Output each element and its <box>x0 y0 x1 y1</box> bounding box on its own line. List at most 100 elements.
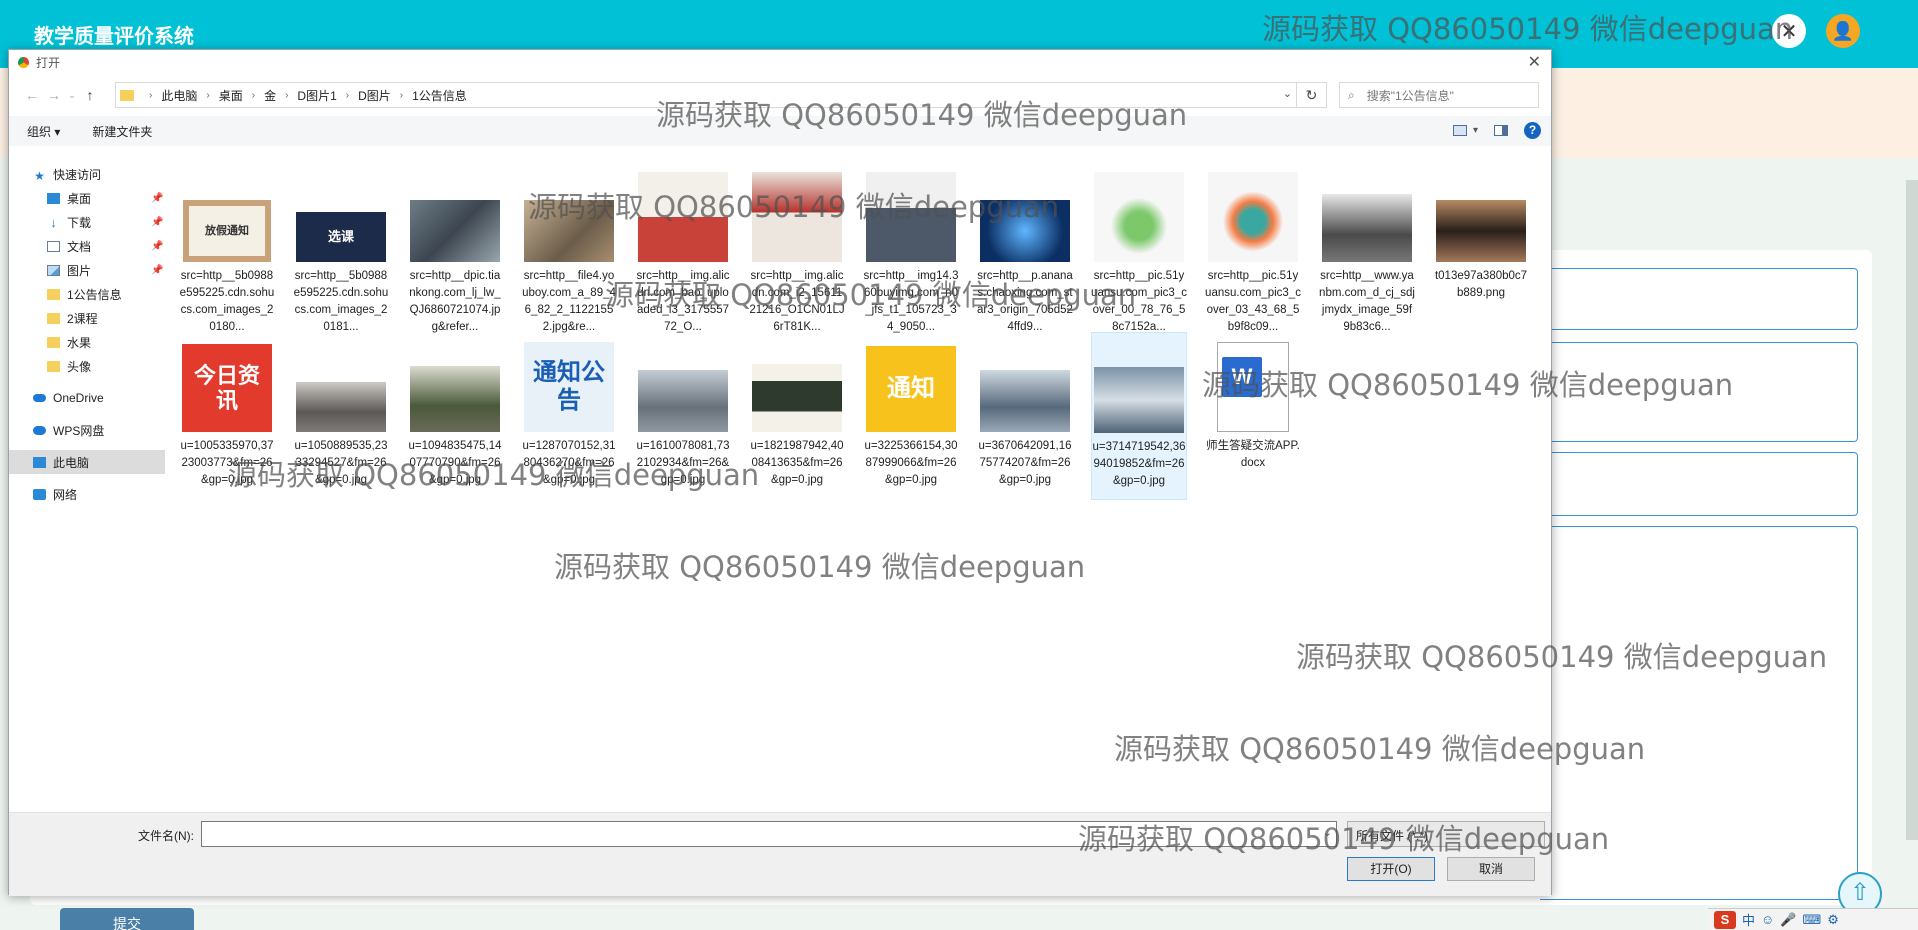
file-item[interactable]: src=http__file4.youboy.com_a_89_46_82_2_… <box>521 162 617 336</box>
form-input-1[interactable] <box>1540 268 1858 330</box>
breadcrumb-separator-icon[interactable]: › <box>346 90 349 101</box>
ime-language[interactable]: 中 <box>1742 910 1755 929</box>
preview-pane-icon[interactable] <box>1494 125 1508 136</box>
sogou-ime-icon[interactable]: S <box>1714 910 1736 929</box>
file-item[interactable]: u=1050889535,2333294527&fm=26&gp=0.jpg <box>293 332 389 489</box>
desktop-icon <box>47 192 60 204</box>
keyboard-icon[interactable]: ⌨ <box>1802 912 1821 928</box>
file-name: u=3670642091,1675774207&fm=26&gp=0.jpg <box>978 440 1072 486</box>
emoji-icon[interactable]: ☺ <box>1761 912 1774 927</box>
new-folder-button[interactable]: 新建文件夹 <box>92 123 152 140</box>
image-thumbnail <box>1094 367 1184 433</box>
file-item[interactable]: src=http__p.ananas.chaoxing.com_star3_or… <box>977 162 1073 336</box>
back-arrow-icon[interactable]: ← <box>21 87 43 103</box>
mic-icon[interactable]: 🎤 <box>1780 912 1796 928</box>
nav-item-label: 文档 <box>67 239 92 254</box>
submit-button[interactable]: 提交 <box>60 908 194 930</box>
nav-this-pc[interactable]: 此电脑 <box>9 450 165 474</box>
file-item[interactable]: src=http__img.alicdn.com_bao_uploaded_i3… <box>635 162 731 336</box>
breadcrumb-item[interactable]: 1公告信息 <box>412 87 467 104</box>
open-button[interactable]: 打开(O) <box>1347 857 1435 881</box>
folder-icon <box>47 336 60 348</box>
nav-item[interactable]: 2课程 <box>9 306 165 330</box>
user-avatar-icon[interactable]: 👤 <box>1826 14 1860 48</box>
nav-item[interactable]: 文档 📌 <box>9 234 165 258</box>
breadcrumb-separator-icon[interactable]: › <box>285 90 288 101</box>
file-item[interactable]: src=http__www.yanbm.com_d_cj_sdjjmydx_im… <box>1319 162 1415 336</box>
nav-item[interactable]: 水果 <box>9 330 165 354</box>
file-item[interactable]: src=http__img14.360buyimg.com_n0_jfs_t1_… <box>863 162 959 336</box>
form-input-3[interactable] <box>1540 452 1858 516</box>
file-item[interactable]: u=3714719542,3694019852&fm=26&gp=0.jpg <box>1091 332 1187 500</box>
nav-item[interactable]: 桌面 📌 <box>9 186 165 210</box>
breadcrumb-separator-icon[interactable]: › <box>252 90 255 101</box>
filetype-select[interactable]: 所有文件 (*.*) <box>1347 821 1545 847</box>
forward-arrow-icon[interactable]: → <box>43 87 65 103</box>
nav-item[interactable]: 头像 <box>9 354 165 378</box>
organize-menu[interactable]: 组织 ▾ <box>27 123 60 140</box>
file-item[interactable]: t013e97a380b0c7b889.png <box>1433 162 1529 302</box>
up-arrow-icon[interactable]: ↑ <box>79 87 101 103</box>
cancel-button[interactable]: 取消 <box>1447 857 1535 881</box>
file-item[interactable]: src=http__pic.51yuansu.com_pic3_cover_03… <box>1205 162 1301 336</box>
address-bar[interactable]: › 此电脑 › 桌面 › 金 › D图片1 › D图片 › 1公告信息 ⌄ <box>115 82 1297 108</box>
file-item[interactable]: 通知 u=3225366154,3087999066&fm=26&gp=0.jpg <box>863 332 959 489</box>
breadcrumb-item[interactable]: D图片1 <box>297 87 336 104</box>
address-dropdown-icon[interactable]: ⌄ <box>1283 87 1292 100</box>
file-item[interactable]: u=1094835475,1407770790&fm=26&gp=0.jpg <box>407 332 503 489</box>
file-item[interactable]: src=http__img.alicdn.com_i2_1561121216_O… <box>749 162 845 336</box>
file-name: src=http__dpic.tiankong.com_lj_lw_QJ6860… <box>409 270 501 333</box>
image-thumbnail <box>980 370 1070 432</box>
nav-quick-access[interactable]: ★ 快速访问 <box>9 162 165 186</box>
dialog-titlebar[interactable]: 打开 ✕ <box>9 50 1551 74</box>
breadcrumb-item[interactable]: 桌面 <box>219 87 243 104</box>
file-item[interactable]: W 师生答疑交流APP.docx <box>1205 332 1301 472</box>
form-input-2[interactable] <box>1540 342 1858 442</box>
image-thumbnail <box>752 172 842 262</box>
file-item[interactable]: u=1610078081,732102934&fm=26&gp=0.jpg <box>635 332 731 489</box>
nav-onedrive[interactable]: OneDrive <box>9 386 165 410</box>
dialog-close-icon[interactable]: ✕ <box>1528 52 1541 72</box>
file-item[interactable]: src=http__pic.51yuansu.com_pic3_cover_00… <box>1091 162 1187 336</box>
page-scrollbar[interactable] <box>1906 180 1918 840</box>
nav-item-label: 桌面 <box>67 191 92 206</box>
image-thumbnail <box>1208 172 1298 262</box>
breadcrumb-item[interactable]: 此电脑 <box>161 87 197 104</box>
file-item[interactable]: 选课 src=http__5b0988e595225.cdn.sohucs.com… <box>293 162 389 336</box>
breadcrumb-separator-icon[interactable]: › <box>400 90 403 101</box>
settings-icon[interactable]: ⚙ <box>1827 912 1839 928</box>
nav-item[interactable]: 图片 📌 <box>9 258 165 282</box>
filename-input[interactable]: ⌄ <box>201 821 1337 847</box>
refresh-icon[interactable]: ↻ <box>1297 82 1327 108</box>
navigation-bar: ← → ⌄ ↑ › 此电脑 › 桌面 › 金 › D图片1 › D图片 › 1公告信息 ⌄ ↻ ⌕ … <box>9 79 1551 111</box>
file-item[interactable]: 通知公告 u=1287070152,3180436270&fm=26&gp=0.j… <box>521 332 617 489</box>
breadcrumb-separator-icon[interactable]: › <box>206 90 209 101</box>
file-item[interactable]: 今日资讯 u=1005335970,3723003773&fm=26&gp=0.j… <box>179 332 275 489</box>
fullscreen-close-icon[interactable]: ✕ <box>1772 14 1806 48</box>
file-item[interactable]: src=http__dpic.tiankong.com_lj_lw_QJ6860… <box>407 162 503 336</box>
breadcrumb-item[interactable]: D图片 <box>358 87 391 104</box>
wps-cloud-icon <box>33 425 46 435</box>
word-logo-icon: W <box>1222 357 1262 397</box>
nav-wps-drive[interactable]: WPS网盘 <box>9 418 165 442</box>
recent-chevron-icon[interactable]: ⌄ <box>65 90 79 101</box>
file-item[interactable]: u=1821987942,4008413635&fm=26&gp=0.jpg <box>749 332 845 489</box>
nav-item-label: 头像 <box>67 359 92 374</box>
form-textarea[interactable] <box>1540 526 1858 900</box>
breadcrumb-item[interactable]: 金 <box>264 87 276 104</box>
file-item[interactable]: 放假通知 src=http__5b0988e595225.cdn.sohucs.c… <box>179 162 275 336</box>
pin-icon: 📌 <box>151 240 164 252</box>
nav-network[interactable]: 网络 <box>9 482 165 506</box>
view-dropdown-icon[interactable]: ▾ <box>1473 125 1478 136</box>
file-name: u=1610078081,732102934&fm=26&gp=0.jpg <box>636 440 730 486</box>
view-options-icon[interactable] <box>1452 125 1467 136</box>
help-icon[interactable]: ? <box>1524 122 1541 139</box>
nav-item[interactable]: ↓ 下载 📌 <box>9 210 165 234</box>
pin-icon: 📌 <box>151 216 164 228</box>
nav-item[interactable]: 1公告信息 <box>9 282 165 306</box>
filename-dropdown-icon[interactable]: ⌄ <box>1323 826 1332 839</box>
nav-item-label: 下载 <box>67 215 92 230</box>
image-thumbnail <box>638 370 728 432</box>
search-box[interactable]: ⌕ 搜索"1公告信息" <box>1339 82 1539 108</box>
file-item[interactable]: u=3670642091,1675774207&fm=26&gp=0.jpg <box>977 332 1073 489</box>
